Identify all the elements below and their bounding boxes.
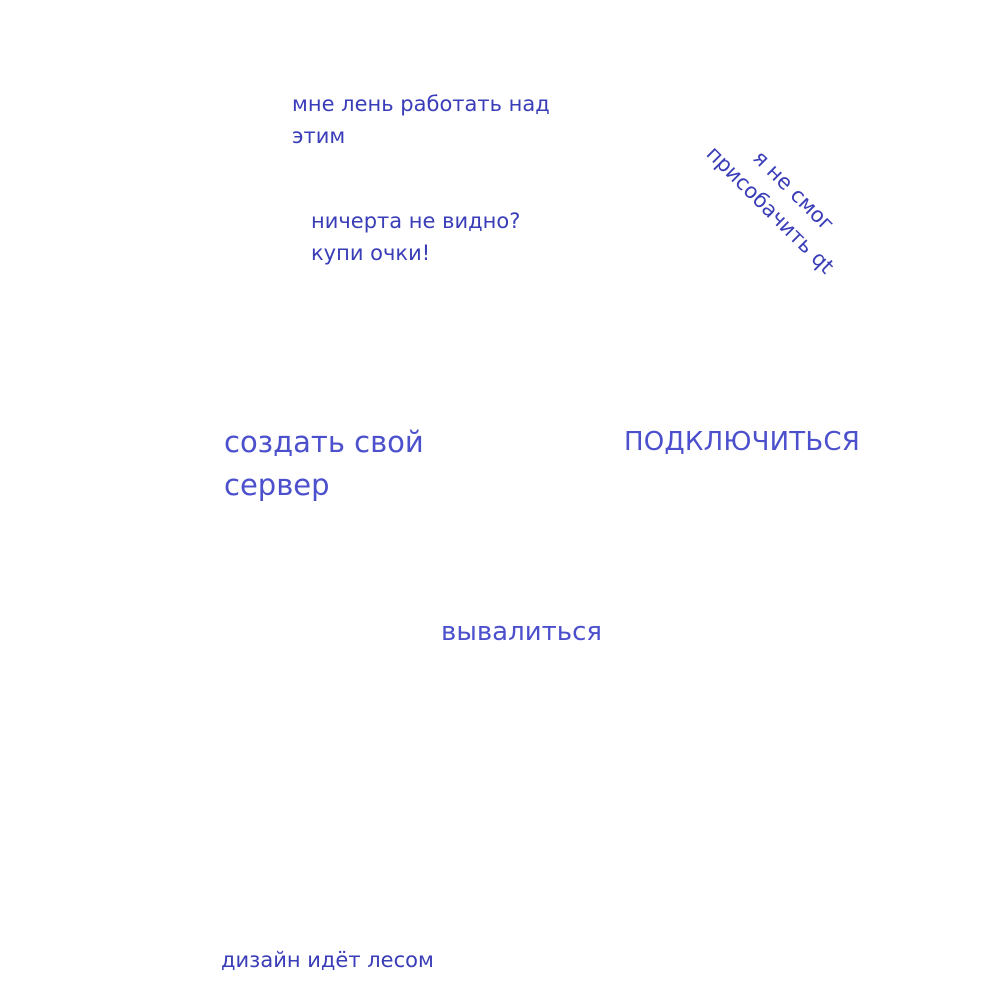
create-server-label: создать свой: [224, 425, 424, 459]
lazy-note-line: мне лень работать над: [292, 92, 550, 116]
footer-note: дизайн идёт лесом: [221, 948, 434, 972]
glasses-note-line: ничерта не видно?: [311, 209, 521, 233]
glasses-note-line: купи очки!: [311, 241, 431, 265]
quit-button[interactable]: вывалиться: [441, 614, 602, 650]
create-server-label: сервер: [224, 468, 330, 502]
lazy-note: мне лень работать над этим: [292, 88, 550, 152]
connect-button[interactable]: ПОДКЛЮЧИТЬСЯ: [624, 424, 860, 460]
main-menu-screen: мне лень работать над этим ничерта не ви…: [0, 0, 1000, 1000]
qt-note: я не смог присобачить qt: [700, 118, 863, 281]
lazy-note-line: этим: [292, 124, 346, 148]
glasses-note: ничерта не видно? купи очки!: [311, 205, 520, 269]
create-server-button[interactable]: создать свой сервер: [224, 421, 424, 507]
